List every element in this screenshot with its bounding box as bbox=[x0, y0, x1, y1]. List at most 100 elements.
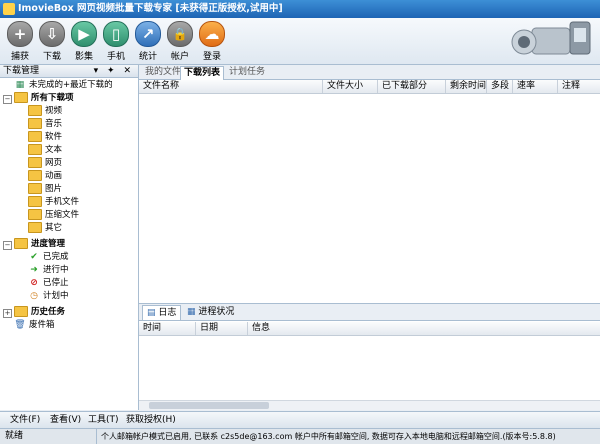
col-info[interactable]: 信息 bbox=[247, 322, 367, 335]
expand-history[interactable]: + bbox=[3, 309, 12, 318]
folder-icon bbox=[28, 157, 42, 168]
album-button[interactable]: ▶ 影集 bbox=[69, 21, 99, 62]
play-icon: ▶ bbox=[71, 21, 97, 47]
menu-tools[interactable]: 工具(T) bbox=[88, 413, 119, 427]
arrow-right-icon: ➜ bbox=[30, 265, 38, 275]
folder-icon bbox=[14, 238, 28, 249]
main-panel: 我的文件 下载列表 计划任务 文件名称 文件大小 已下载部分 剩余时间 多段 速… bbox=[139, 65, 600, 410]
mobile-button[interactable]: ▯ 手机 bbox=[101, 21, 131, 62]
tree-trash[interactable]: 🗑 废件箱 bbox=[14, 319, 54, 331]
tree-category-webpage[interactable]: 网页 bbox=[28, 157, 62, 169]
lock-icon: 🔒 bbox=[167, 21, 193, 47]
col-time[interactable]: 时间 bbox=[139, 322, 195, 335]
log-panel: ▤ 日志 ▦ 进程状况 时间 日期 信息 bbox=[139, 303, 600, 410]
expand-all-downloads[interactable]: − bbox=[3, 95, 12, 104]
window-title: ImovieBox 网页视频批量下载专家 [未获得正版授权,试用中] bbox=[18, 3, 283, 14]
login-button[interactable]: ☁ 登录 bbox=[197, 21, 227, 62]
tree-category-other[interactable]: 其它 bbox=[28, 222, 62, 234]
tree-category-music[interactable]: 音乐 bbox=[28, 118, 62, 130]
status-message: 个人邮箱帐户模式已启用, 已联系 c2s5de@163.com 帐户中所有邮箱空… bbox=[96, 429, 578, 444]
checkmark-icon: ✔ bbox=[30, 252, 38, 262]
menu-get-license[interactable]: 获取授权(H) bbox=[126, 413, 176, 427]
tree-category-mobile-file[interactable]: 手机文件 bbox=[28, 196, 79, 208]
panel-controls[interactable]: ▾ ✦ ✕ bbox=[94, 65, 134, 77]
log-horizontal-scrollbar[interactable] bbox=[139, 400, 600, 410]
col-remaining-time[interactable]: 剩余时间 bbox=[445, 80, 486, 93]
download-list-header: 文件名称 文件大小 已下载部分 剩余时间 多段 速率 注释 bbox=[139, 80, 600, 94]
login-label: 登录 bbox=[202, 52, 221, 62]
tree-category-archive[interactable]: 压缩文件 bbox=[28, 209, 79, 221]
col-date[interactable]: 日期 bbox=[195, 322, 247, 335]
video-camera-icon bbox=[511, 21, 591, 55]
album-label: 影集 bbox=[74, 52, 93, 62]
capture-label: 捕获 bbox=[10, 52, 29, 62]
mobile-label: 手机 bbox=[106, 52, 125, 62]
folder-icon bbox=[28, 105, 42, 116]
tree-category-animation[interactable]: 动画 bbox=[28, 170, 62, 182]
chart-icon: ↗ bbox=[135, 21, 161, 47]
title-bar: ImovieBox 网页视频批量下载专家 [未获得正版授权,试用中] bbox=[0, 0, 600, 18]
col-rate[interactable]: 速率 bbox=[512, 80, 557, 93]
menu-bar: 文件(F) 查看(V) 工具(T) 获取授权(H) bbox=[0, 411, 600, 428]
main-tab-bar: 我的文件 下载列表 计划任务 bbox=[139, 65, 600, 80]
download-manager-panel: 下载管理 ▾ ✦ ✕ ▦ 未完成的+最近下载的 − 所有下载项 视频 音乐 软件 … bbox=[0, 65, 139, 410]
tree-progress[interactable]: 进度管理 bbox=[14, 238, 65, 250]
clock-icon: ◷ bbox=[30, 291, 38, 301]
folder-icon bbox=[28, 118, 42, 129]
tab-download-list[interactable]: 下载列表 bbox=[180, 66, 225, 80]
tree-history[interactable]: 历史任务 bbox=[14, 306, 65, 318]
tab-log[interactable]: ▤ 日志 bbox=[142, 305, 182, 320]
menu-file[interactable]: 文件(F) bbox=[10, 413, 40, 427]
app-logo-icon bbox=[3, 3, 15, 15]
tree-category-image[interactable]: 图片 bbox=[28, 183, 62, 195]
toolbar: + 捕获 ⇩ 下载 ▶ 影集 ▯ 手机 ↗ 统计 🔒 帐户 ☁ 登录 bbox=[0, 18, 600, 65]
tree-recent[interactable]: ▦ 未完成的+最近下载的 bbox=[14, 79, 113, 91]
stop-icon: ⊘ bbox=[30, 278, 38, 288]
download-icon: ⇩ bbox=[39, 21, 65, 47]
col-segments[interactable]: 多段 bbox=[486, 80, 512, 93]
tree-all-downloads[interactable]: 所有下载项 bbox=[14, 92, 74, 104]
col-downloaded[interactable]: 已下载部分 bbox=[377, 80, 445, 93]
stats-label: 统计 bbox=[138, 52, 157, 62]
plus-icon: + bbox=[7, 21, 33, 47]
trash-bin-icon: 🗑 bbox=[14, 320, 26, 330]
tree-category-software[interactable]: 软件 bbox=[28, 131, 62, 143]
folder-icon bbox=[28, 222, 42, 233]
tree-progress-stopped[interactable]: ⊘ 已停止 bbox=[28, 277, 68, 289]
folder-icon bbox=[14, 306, 28, 317]
panel-title: 下载管理 bbox=[3, 66, 40, 76]
log-icon: ▤ bbox=[147, 308, 156, 318]
mobile-phone-icon: ▯ bbox=[103, 21, 129, 47]
log-header: 时间 日期 信息 bbox=[139, 322, 600, 336]
download-button[interactable]: ⇩ 下载 bbox=[37, 21, 67, 62]
col-notes[interactable]: 注释 bbox=[557, 80, 600, 93]
process-icon: ▦ bbox=[187, 307, 196, 317]
tab-process-status[interactable]: ▦ 进程状况 bbox=[183, 305, 238, 319]
col-file-name[interactable]: 文件名称 bbox=[139, 80, 322, 93]
tree-progress-scheduled[interactable]: ◷ 计划中 bbox=[28, 290, 68, 302]
folder-icon bbox=[28, 183, 42, 194]
folder-icon bbox=[28, 131, 42, 142]
tab-scheduled-tasks[interactable]: 计划任务 bbox=[226, 66, 268, 79]
log-tab-bar: ▤ 日志 ▦ 进程状况 bbox=[139, 303, 600, 321]
scrollbar-thumb[interactable] bbox=[149, 402, 269, 409]
tree-category-video[interactable]: 视频 bbox=[28, 105, 62, 117]
panel-header: 下载管理 ▾ ✦ ✕ bbox=[0, 65, 138, 78]
account-label: 帐户 bbox=[170, 52, 189, 62]
cloud-icon: ☁ bbox=[199, 21, 225, 47]
col-file-size[interactable]: 文件大小 bbox=[322, 80, 377, 93]
stats-button[interactable]: ↗ 统计 bbox=[133, 21, 163, 62]
account-button[interactable]: 🔒 帐户 bbox=[165, 21, 195, 62]
folder-icon bbox=[28, 196, 42, 207]
download-label: 下载 bbox=[42, 52, 61, 62]
tree-progress-completed[interactable]: ✔ 已完成 bbox=[28, 251, 68, 263]
tree-category-text[interactable]: 文本 bbox=[28, 144, 62, 156]
recent-downloads-icon: ▦ bbox=[15, 80, 25, 90]
folder-icon bbox=[28, 144, 42, 155]
tree-progress-running[interactable]: ➜ 进行中 bbox=[28, 264, 68, 276]
menu-view[interactable]: 查看(V) bbox=[50, 413, 81, 427]
capture-button[interactable]: + 捕获 bbox=[5, 21, 35, 62]
tab-my-files[interactable]: 我的文件 bbox=[142, 66, 184, 79]
expand-progress[interactable]: − bbox=[3, 241, 12, 250]
folder-icon bbox=[14, 92, 28, 103]
